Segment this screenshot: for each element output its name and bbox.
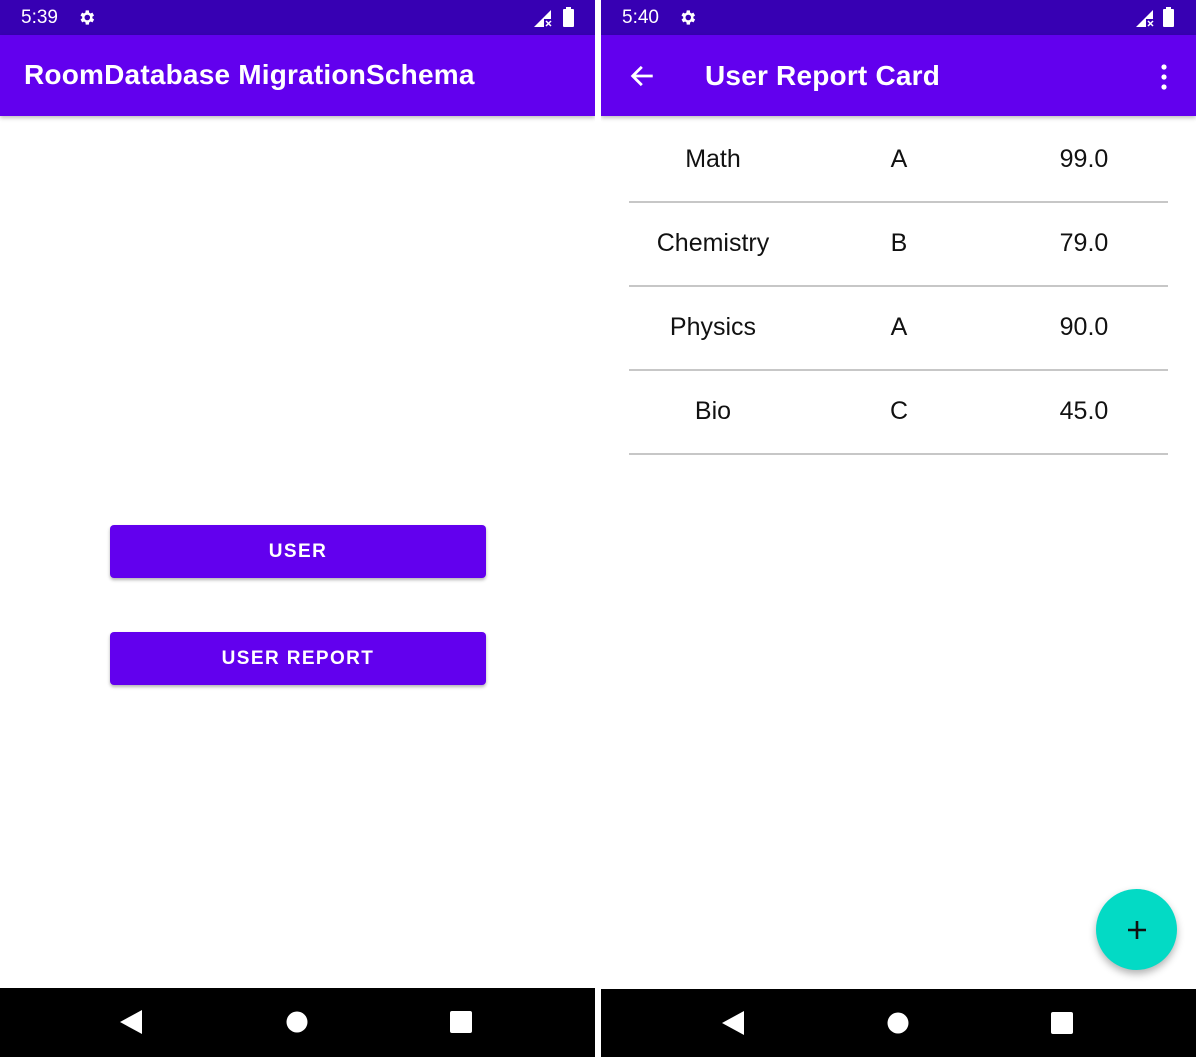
signal-icon <box>1136 10 1154 27</box>
recents-nav-icon[interactable] <box>1051 1011 1073 1035</box>
grade-cell: A <box>890 145 908 173</box>
score-cell: 90.0 <box>1059 313 1109 341</box>
report-row[interactable]: Physics A 90.0 <box>629 285 1168 371</box>
battery-icon <box>563 7 574 27</box>
report-row[interactable]: Bio C 45.0 <box>629 369 1168 455</box>
status-time: 5:40 <box>622 7 659 28</box>
report-screen: 5:40 User Report Card Math A 99.0 Chemis… <box>601 0 1196 1057</box>
back-nav-icon[interactable] <box>722 1011 744 1035</box>
home-nav-icon[interactable] <box>286 1010 308 1034</box>
grade-cell: A <box>890 313 908 341</box>
user-button[interactable]: USER <box>110 525 486 578</box>
status-bar: 5:39 <box>0 0 595 35</box>
score-cell: 79.0 <box>1059 229 1109 257</box>
user-report-button[interactable]: USER REPORT <box>110 632 486 685</box>
battery-icon <box>1163 7 1174 27</box>
app-title: RoomDatabase MigrationSchema <box>24 59 475 90</box>
app-bar: RoomDatabase MigrationSchema <box>0 35 595 116</box>
back-arrow-icon[interactable] <box>628 62 656 90</box>
app-bar: User Report Card <box>601 35 1196 116</box>
recents-nav-icon[interactable] <box>450 1010 472 1034</box>
grade-cell: C <box>889 397 909 425</box>
report-row[interactable]: Math A 99.0 <box>629 117 1168 203</box>
back-nav-icon[interactable] <box>120 1010 142 1034</box>
app-title: User Report Card <box>705 60 941 91</box>
status-time: 5:39 <box>21 7 58 28</box>
add-fab-button[interactable] <box>1096 889 1177 970</box>
signal-icon <box>534 10 552 27</box>
settings-gear-icon <box>681 10 696 25</box>
score-cell: 99.0 <box>1059 145 1109 173</box>
score-cell: 45.0 <box>1059 397 1109 425</box>
status-bar: 5:40 <box>601 0 1196 35</box>
report-row[interactable]: Chemistry B 79.0 <box>629 201 1168 287</box>
overflow-menu-icon[interactable] <box>1154 63 1174 91</box>
plus-icon <box>1127 920 1146 939</box>
grade-cell: B <box>890 229 908 257</box>
subject-cell: Physics <box>669 313 757 341</box>
settings-gear-icon <box>80 10 95 25</box>
subject-cell: Bio <box>694 397 732 425</box>
subject-cell: Chemistry <box>656 229 770 257</box>
home-nav-icon[interactable] <box>887 1011 909 1035</box>
subject-cell: Math <box>685 145 741 173</box>
main-screen: 5:39 RoomDatabase MigrationSchema USER U… <box>0 0 595 1057</box>
